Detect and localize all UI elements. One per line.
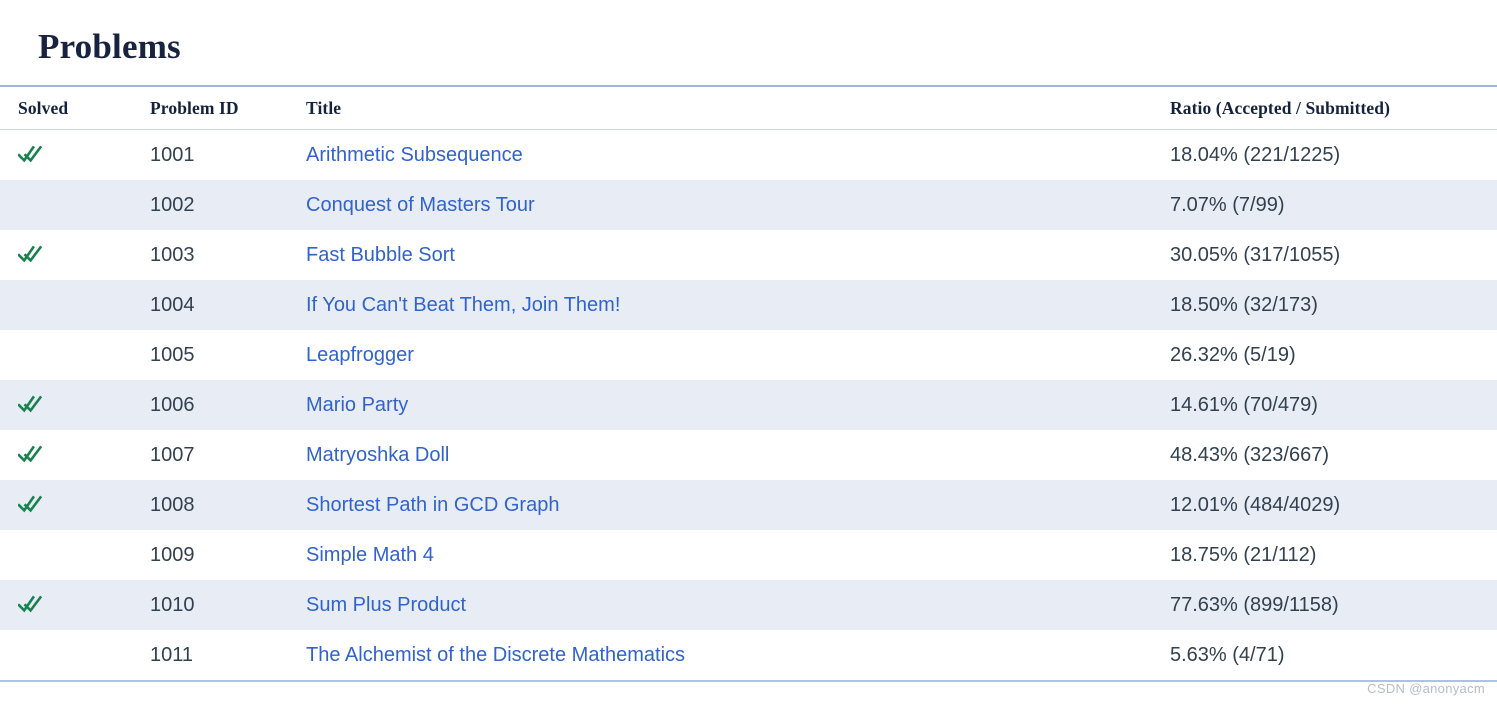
double-check-icon (17, 394, 43, 414)
problem-title-link[interactable]: Matryoshka Doll (306, 444, 449, 466)
problem-title-link[interactable]: Conquest of Masters Tour (306, 194, 535, 216)
cell-title: Leapfrogger (298, 330, 1155, 380)
double-check-icon (17, 244, 43, 264)
table-row: 1009 Simple Math 4 18.75% (21/112) (0, 530, 1497, 580)
table-row: 1005 Leapfrogger 26.32% (5/19) (0, 330, 1497, 380)
column-header-problem-id[interactable]: Problem ID (140, 86, 298, 130)
cell-problem-id: 1005 (140, 330, 298, 380)
table-body: 1001 Arithmetic Subsequence 18.04% (221/12… (0, 129, 1497, 682)
double-check-icon (17, 594, 43, 614)
table-row: 1010 Sum Plus Product 77.63% (899/1158) (0, 580, 1497, 630)
cell-title: Conquest of Masters Tour (298, 180, 1155, 230)
ratio-value: 18.75% (21/112) (1170, 543, 1317, 566)
cell-ratio: 18.75% (21/112) (1155, 530, 1497, 580)
ratio-value: 18.50% (32/173) (1170, 293, 1318, 316)
problem-title-link[interactable]: Simple Math 4 (306, 544, 434, 566)
page-title: Problems (38, 27, 181, 67)
cell-solved (0, 330, 140, 380)
cell-solved (0, 129, 140, 180)
cell-ratio: 14.61% (70/479) (1155, 380, 1497, 430)
cell-ratio: 5.63% (4/71) (1155, 630, 1497, 682)
cell-solved (0, 530, 140, 580)
cell-title: Fast Bubble Sort (298, 230, 1155, 280)
cell-solved (0, 480, 140, 530)
ratio-value: 7.07% (7/99) (1170, 193, 1285, 216)
problem-title-link[interactable]: Leapfrogger (306, 344, 414, 366)
cell-ratio: 77.63% (899/1158) (1155, 580, 1497, 630)
cell-problem-id: 1002 (140, 180, 298, 230)
problems-table: Solved Problem ID Title Ratio (Accepted … (0, 85, 1497, 682)
table-row: 1008 Shortest Path in GCD Graph 12.01% (48… (0, 480, 1497, 530)
cell-title: If You Can't Beat Them, Join Them! (298, 280, 1155, 330)
problem-title-link[interactable]: Arithmetic Subsequence (306, 144, 523, 166)
table-row: 1002 Conquest of Masters Tour 7.07% (7/99) (0, 180, 1497, 230)
ratio-value: 77.63% (899/1158) (1170, 593, 1339, 616)
cell-problem-id: 1006 (140, 380, 298, 430)
ratio-value: 12.01% (484/4029) (1170, 493, 1341, 516)
cell-solved (0, 430, 140, 480)
cell-ratio: 26.32% (5/19) (1155, 330, 1497, 380)
ratio-value: 30.05% (317/1055) (1170, 243, 1341, 266)
cell-problem-id: 1008 (140, 480, 298, 530)
table-row: 1003 Fast Bubble Sort 30.05% (317/1055) (0, 230, 1497, 280)
problem-title-link[interactable]: Fast Bubble Sort (306, 244, 455, 266)
problem-title-link[interactable]: If You Can't Beat Them, Join Them! (306, 294, 620, 316)
cell-ratio: 18.50% (32/173) (1155, 280, 1497, 330)
cell-problem-id: 1003 (140, 230, 298, 280)
cell-problem-id: 1011 (140, 630, 298, 682)
cell-ratio: 12.01% (484/4029) (1155, 480, 1497, 530)
cell-problem-id: 1004 (140, 280, 298, 330)
table-row: 1006 Mario Party 14.61% (70/479) (0, 380, 1497, 430)
table-row: 1011 The Alchemist of the Discrete Mathem… (0, 630, 1497, 682)
cell-solved (0, 230, 140, 280)
double-check-icon (17, 494, 43, 514)
problem-title-link[interactable]: Mario Party (306, 394, 408, 416)
cell-solved (0, 630, 140, 682)
ratio-value: 18.04% (221/1225) (1170, 143, 1341, 166)
ratio-value: 48.43% (323/667) (1170, 443, 1330, 466)
cell-title: Shortest Path in GCD Graph (298, 480, 1155, 530)
column-header-ratio[interactable]: Ratio (Accepted / Submitted) (1155, 86, 1497, 130)
cell-ratio: 48.43% (323/667) (1155, 430, 1497, 480)
cell-title: Matryoshka Doll (298, 430, 1155, 480)
cell-title: The Alchemist of the Discrete Mathematic… (298, 630, 1155, 682)
problems-table-container: Solved Problem ID Title Ratio (Accepted … (0, 85, 1497, 682)
table-header: Solved Problem ID Title Ratio (Accepted … (0, 86, 1497, 130)
cell-title: Sum Plus Product (298, 580, 1155, 630)
table-row: 1001 Arithmetic Subsequence 18.04% (221/12… (0, 129, 1497, 180)
cell-title: Simple Math 4 (298, 530, 1155, 580)
ratio-value: 5.63% (4/71) (1170, 643, 1285, 666)
problem-title-link[interactable]: Sum Plus Product (306, 594, 466, 616)
cell-problem-id: 1009 (140, 530, 298, 580)
cell-title: Arithmetic Subsequence (298, 129, 1155, 180)
cell-ratio: 18.04% (221/1225) (1155, 129, 1497, 180)
table-row: 1007 Matryoshka Doll 48.43% (323/667) (0, 430, 1497, 480)
cell-solved (0, 180, 140, 230)
column-header-title[interactable]: Title (298, 86, 1155, 130)
problem-title-link[interactable]: Shortest Path in GCD Graph (306, 494, 559, 516)
ratio-value: 26.32% (5/19) (1170, 343, 1296, 366)
cell-ratio: 30.05% (317/1055) (1155, 230, 1497, 280)
double-check-icon (17, 444, 43, 464)
cell-solved (0, 380, 140, 430)
column-header-solved[interactable]: Solved (0, 86, 140, 130)
cell-title: Mario Party (298, 380, 1155, 430)
ratio-value: 14.61% (70/479) (1170, 393, 1318, 416)
cell-problem-id: 1001 (140, 129, 298, 180)
cell-ratio: 7.07% (7/99) (1155, 180, 1497, 230)
cell-solved (0, 580, 140, 630)
cell-solved (0, 280, 140, 330)
table-row: 1004 If You Can't Beat Them, Join Them! 18… (0, 280, 1497, 330)
cell-problem-id: 1010 (140, 580, 298, 630)
problem-title-link[interactable]: The Alchemist of the Discrete Mathematic… (306, 644, 685, 666)
cell-problem-id: 1007 (140, 430, 298, 480)
watermark: CSDN @anonyacm (1367, 681, 1485, 696)
table-header-row: Solved Problem ID Title Ratio (Accepted … (0, 86, 1497, 130)
double-check-icon (17, 144, 43, 164)
